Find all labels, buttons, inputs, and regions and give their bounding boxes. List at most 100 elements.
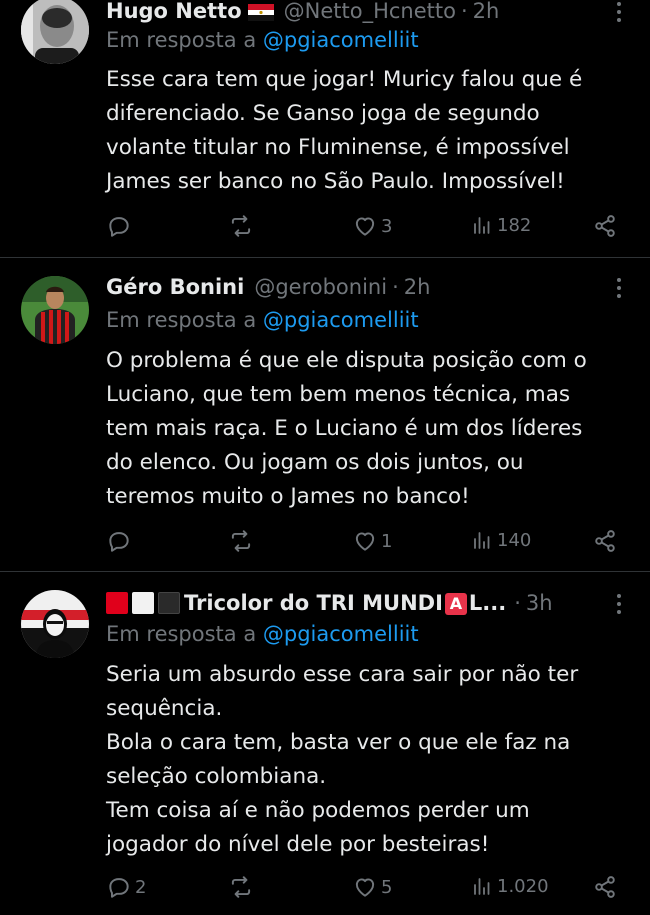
reply-context: Em resposta a @pgiacomelliit — [106, 622, 419, 646]
like-icon — [355, 878, 375, 897]
more-icon[interactable] — [614, 278, 624, 302]
avatar[interactable] — [21, 0, 89, 64]
reply-context: Em resposta a @pgiacomelliit — [106, 28, 419, 52]
mention-link[interactable]: @pgiacomelliit — [263, 308, 419, 332]
display-name[interactable]: Tricolor do TRI MUNDI A L... — [184, 591, 506, 615]
display-name-part: L... — [468, 591, 507, 615]
action-bar: 2 5 1.020 — [106, 874, 626, 904]
white-square-emoji — [132, 592, 154, 614]
retweet-icon — [231, 530, 251, 552]
tweet-header: Tricolor do TRI MUNDI A L... · 3h — [106, 586, 610, 620]
share-button[interactable] — [592, 528, 618, 554]
text-line: sequência. — [106, 696, 223, 721]
a-button-emoji: A — [444, 593, 467, 615]
views-icon — [474, 532, 490, 549]
avatar-photo — [21, 276, 89, 344]
like-count: 3 — [381, 215, 393, 237]
separator-dot: · — [514, 591, 521, 615]
views-icon — [474, 217, 490, 234]
like-button[interactable]: 5 — [352, 874, 392, 900]
reply-button[interactable] — [106, 528, 135, 554]
tweet-header: Géro Bonini @gerobonini · 2h — [106, 270, 610, 304]
text-line: teremos muito o James no banco! — [106, 484, 470, 509]
display-name[interactable]: Géro Bonini — [106, 275, 244, 299]
like-icon — [355, 532, 375, 551]
avatar[interactable] — [21, 590, 89, 658]
views-button[interactable]: 182 — [470, 213, 531, 237]
timestamp[interactable]: 3h — [526, 591, 553, 615]
views-icon — [474, 878, 490, 895]
like-count: 5 — [381, 876, 393, 898]
share-icon — [595, 530, 615, 552]
reply-button[interactable] — [106, 213, 135, 239]
text-line: seleção colombiana. — [106, 764, 327, 789]
more-icon[interactable] — [614, 2, 624, 26]
reply-icon — [109, 217, 129, 237]
reply-count: 2 — [135, 876, 147, 898]
username[interactable]: @Netto_Hcnetto — [284, 0, 456, 23]
reply-context: Em resposta a @pgiacomelliit — [106, 308, 419, 332]
text-line: Esse cara tem que jogar! Muricy falou qu… — [106, 67, 583, 92]
share-icon — [595, 876, 615, 898]
share-button[interactable] — [592, 874, 618, 900]
text-line: do elenco. Ou jogam os dois juntos, ou — [106, 450, 524, 475]
text-line: Seria um absurdo esse cara sair por não … — [106, 662, 579, 687]
tweet[interactable]: Géro Bonini @gerobonini · 2h Em resposta… — [0, 258, 650, 570]
reply-label: Em resposta a — [106, 622, 257, 646]
egypt-flag-icon — [247, 3, 274, 21]
text-line: diferenciado. Se Ganso joga de segundo — [106, 101, 540, 126]
like-count: 1 — [381, 530, 393, 552]
tweet-feed: Hugo Netto @Netto_Hcnetto · 2h Em respos… — [0, 0, 650, 915]
text-line: Bola o cara tem, basta ver o que ele faz… — [106, 730, 571, 755]
views-count: 140 — [497, 529, 532, 551]
timestamp[interactable]: 2h — [473, 0, 500, 23]
display-name[interactable]: Hugo Netto — [106, 0, 242, 23]
tweet-text: O problema é que ele disputa posição com… — [106, 344, 626, 514]
like-button[interactable]: 1 — [352, 528, 392, 554]
avatar-photo — [21, 590, 89, 658]
share-button[interactable] — [592, 213, 618, 239]
views-button[interactable]: 1.020 — [470, 874, 549, 898]
views-button[interactable]: 140 — [470, 528, 531, 552]
display-name-part: Tricolor do TRI MUNDI — [184, 591, 443, 615]
more-icon[interactable] — [614, 594, 624, 618]
text-line: jogador do nível dele por besteiras! — [106, 832, 490, 857]
text-line: Luciano, que tem bem menos técnica, mas — [106, 382, 571, 407]
black-square-emoji — [158, 592, 180, 614]
tweet-text: Esse cara tem que jogar! Muricy falou qu… — [106, 63, 626, 199]
red-square-emoji — [106, 592, 128, 614]
like-icon — [355, 217, 375, 236]
text-line: O problema é que ele disputa posição com… — [106, 348, 587, 373]
reply-label: Em resposta a — [106, 28, 257, 52]
separator-dot: · — [392, 275, 399, 299]
retweet-icon — [231, 876, 251, 898]
reply-button[interactable]: 2 — [106, 874, 146, 900]
reply-icon — [109, 532, 129, 552]
action-bar: 1 140 — [106, 528, 626, 558]
username[interactable]: @gerobonini — [254, 275, 387, 299]
avatar[interactable] — [21, 276, 89, 344]
timestamp[interactable]: 2h — [404, 275, 431, 299]
retweet-button[interactable] — [228, 213, 257, 239]
mention-link[interactable]: @pgiacomelliit — [263, 622, 419, 646]
separator-dot: · — [460, 0, 468, 23]
retweet-button[interactable] — [228, 874, 257, 900]
retweet-icon — [231, 215, 251, 237]
text-line: volante titular no Fluminense, é impossí… — [106, 135, 570, 160]
like-button[interactable]: 3 — [352, 213, 392, 239]
avatar-photo — [21, 0, 89, 64]
share-icon — [595, 215, 615, 237]
tweet[interactable]: Tricolor do TRI MUNDI A L... · 3h Em respo… — [0, 572, 650, 915]
text-line: Tem coisa aí e não podemos perder um — [106, 798, 530, 823]
reply-label: Em resposta a — [106, 308, 257, 332]
mention-link[interactable]: @pgiacomelliit — [263, 28, 419, 52]
tweet-header: Hugo Netto @Netto_Hcnetto · 2h — [106, 0, 610, 28]
tweet[interactable]: Hugo Netto @Netto_Hcnetto · 2h Em respos… — [0, 0, 650, 257]
tweet-text: Seria um absurdo esse cara sair por não … — [106, 658, 626, 862]
retweet-button[interactable] — [228, 528, 257, 554]
reply-icon — [109, 878, 129, 898]
action-bar: 3 182 — [106, 213, 626, 243]
views-count: 1.020 — [497, 875, 549, 897]
views-count: 182 — [497, 214, 532, 236]
text-line: tem mais raça. E o Luciano é um dos líde… — [106, 416, 583, 441]
